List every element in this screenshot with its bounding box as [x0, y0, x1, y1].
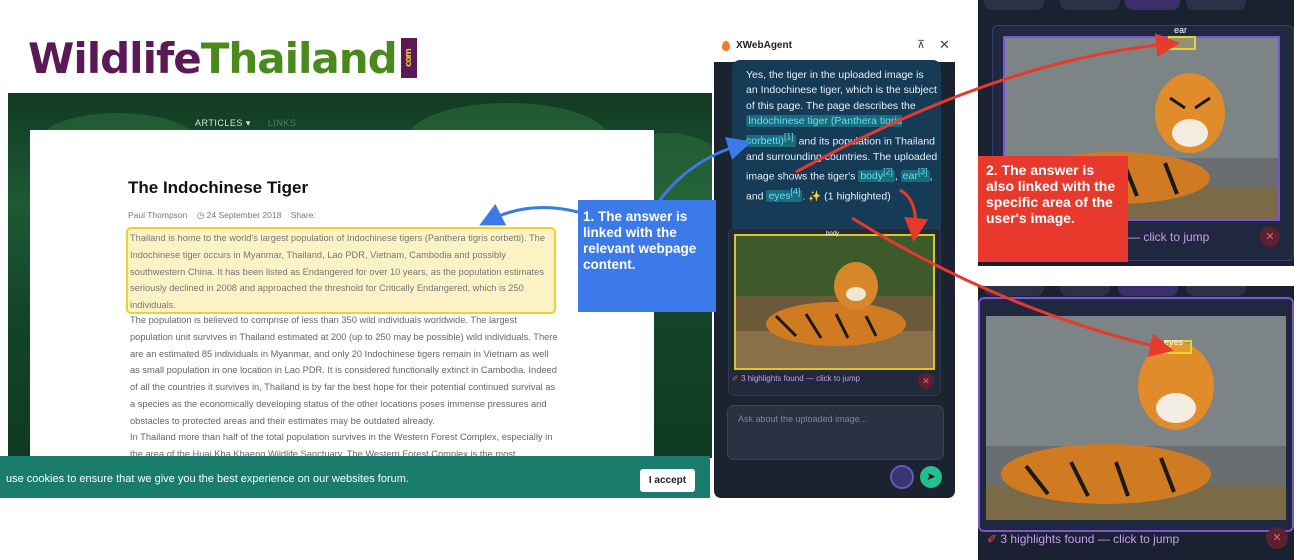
site-logo[interactable]: WildlifeThailand com: [28, 34, 417, 83]
image-upload-icon[interactable]: [890, 465, 914, 489]
share-label: Share:: [290, 210, 316, 220]
close-highlights-icon-2[interactable]: ✕: [1260, 227, 1280, 247]
close-icon[interactable]: ✕: [939, 37, 950, 53]
uploaded-tiger-image[interactable]: [734, 234, 935, 370]
author[interactable]: Paul Thompson: [128, 210, 187, 220]
citation-chip-3[interactable]: ear[3]: [900, 167, 930, 183]
clock-icon: ◷: [196, 210, 205, 220]
accept-button[interactable]: I accept: [640, 469, 695, 492]
eyes-label: eyes: [1164, 337, 1184, 347]
panel-title: XWebAgent: [736, 40, 792, 51]
pin-icon-2: ✐: [987, 532, 998, 546]
nav-articles[interactable]: ARTICLES ▾: [195, 118, 251, 128]
citation-chip-2[interactable]: body[2]: [858, 167, 895, 183]
main-nav: ARTICLES ▾ LINKS: [195, 118, 296, 129]
highlights-link-2[interactable]: ✐ 3 highlights found — click to jump: [987, 532, 1179, 546]
article-meta: Paul Thompson ◷ 24 September 2018 Share:: [128, 210, 316, 221]
logo-text-2: Thailand: [200, 34, 398, 83]
jump-link[interactable]: — click to jump: [1128, 230, 1209, 244]
paragraph-1: Thailand is home to the world's largest …: [130, 233, 546, 311]
pin-icon: ✐: [732, 374, 739, 383]
close-highlights-icon-3[interactable]: ✕: [1266, 527, 1288, 549]
body-region-label: body: [826, 231, 840, 237]
tiger-image-eyes[interactable]: [986, 316, 1286, 520]
callout-1: 1. The answer is linked with the relevan…: [578, 200, 716, 312]
cookie-text: use cookies to ensure that we give you t…: [6, 473, 409, 485]
pin-off-icon[interactable]: ⊼: [917, 38, 925, 51]
article-title: The Indochinese Tiger: [128, 178, 309, 197]
nav-links[interactable]: LINKS: [268, 118, 297, 128]
logo-text: Wildlife: [28, 34, 202, 83]
date: 24 September 2018: [206, 210, 282, 220]
citation-chip-4[interactable]: eyes[4]: [766, 187, 803, 203]
ear-label: ear: [1174, 25, 1188, 35]
highlights-link[interactable]: ✐ 3 highlights found — click to jump: [732, 374, 860, 383]
paragraph-2: The population is believed to comprise o…: [130, 315, 558, 426]
answer-text: Yes, the tiger in the uploaded image is …: [746, 69, 938, 203]
ear-highlight-box[interactable]: [1168, 36, 1196, 50]
close-highlights-icon[interactable]: ✕: [918, 373, 934, 389]
send-icon[interactable]: ➤: [920, 466, 942, 488]
logo-com: com: [400, 38, 417, 78]
flame-icon: [722, 41, 730, 51]
ask-placeholder: Ask about the uploaded image...: [738, 414, 868, 424]
callout-2: 2. The answer is also linked with the sp…: [978, 156, 1128, 262]
